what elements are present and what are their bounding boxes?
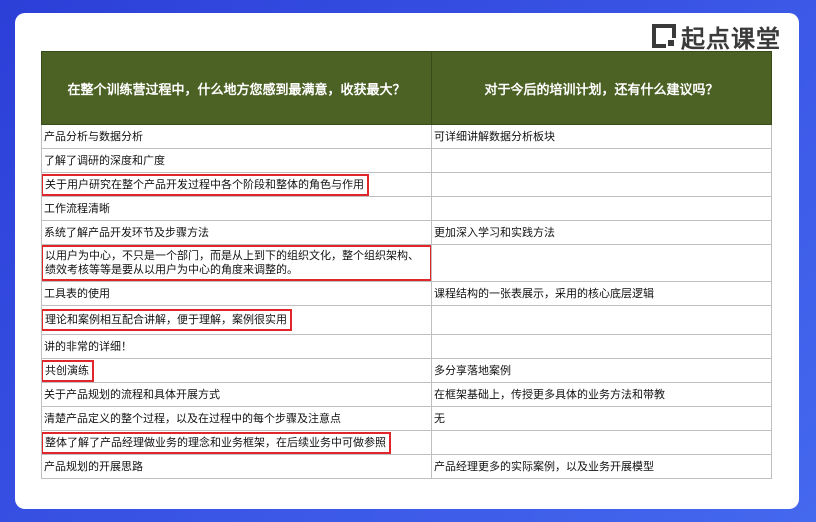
table-cell-suggestion bbox=[431, 148, 772, 173]
table-cell-answer: 讲的非常的详细！ bbox=[41, 334, 432, 359]
column-header-suggestion: 对于今后的培训计划，还有什么建议吗？ bbox=[431, 51, 772, 125]
table-cell-suggestion bbox=[431, 244, 772, 282]
highlighted-text: 关于用户研究在整个产品开发过程中各个阶段和整体的角色与作用 bbox=[42, 173, 369, 196]
table-cell-answer: 以用户为中心，不只是一个部门，而是从上到下的组织文化，整个组织架构、绩效考核等等… bbox=[41, 244, 432, 282]
table-row: 讲的非常的详细！ bbox=[41, 334, 772, 359]
column-header-satisfaction: 在整个训练营过程中，什么地方您感到最满意，收获最大？ bbox=[41, 51, 432, 125]
table-cell-answer: 清楚产品定义的整个过程，以及在过程中的每个步骤及注意点 bbox=[41, 406, 432, 431]
table-cell-suggestion: 多分享落地案例 bbox=[431, 358, 772, 383]
highlighted-text: 整体了解了产品经理做业务的理念和业务框架，在后续业务中可做参照 bbox=[42, 431, 391, 454]
table-cell-answer: 产品规划的开展思路 bbox=[41, 454, 432, 479]
table-row: 关于用户研究在整个产品开发过程中各个阶段和整体的角色与作用 bbox=[41, 172, 772, 197]
cell-text: 了解了调研的深度和广度 bbox=[44, 153, 165, 167]
table-cell-answer: 系统了解产品开发环节及步骤方法 bbox=[41, 220, 432, 245]
brand-logo-icon bbox=[651, 23, 677, 49]
cell-text: 可详细讲解数据分析板块 bbox=[434, 129, 555, 143]
table-cell-suggestion: 产品经理更多的实际案例，以及业务开展模型 bbox=[431, 454, 772, 479]
cell-text: 更加深入学习和实践方法 bbox=[434, 225, 555, 239]
cell-text: 产品分析与数据分析 bbox=[44, 129, 143, 143]
table-cell-answer: 工具表的使用 bbox=[41, 281, 432, 306]
table-cell-suggestion: 更加深入学习和实践方法 bbox=[431, 220, 772, 245]
table-cell-answer: 工作流程清晰 bbox=[41, 196, 432, 221]
highlighted-text: 以用户为中心，不只是一个部门，而是从上到下的组织文化，整个组织架构、绩效考核等等… bbox=[42, 245, 431, 281]
brand-logo: 起点课堂 bbox=[651, 21, 781, 53]
cell-text: 产品规划的开展思路 bbox=[44, 459, 143, 473]
cell-text: 多分享落地案例 bbox=[434, 363, 511, 377]
table-cell-answer: 共创演练 bbox=[41, 358, 432, 383]
table-cell-answer: 理论和案例相互配合讲解，便于理解，案例很实用 bbox=[41, 305, 432, 335]
table-cell-suggestion bbox=[431, 172, 772, 197]
cell-text: 课程结构的一张表展示，采用的核心底层逻辑 bbox=[434, 286, 654, 300]
cell-text: 在框架基础上，传授更多具体的业务方法和带教 bbox=[434, 387, 665, 401]
table-row: 工作流程清晰 bbox=[41, 196, 772, 221]
cell-text: 无 bbox=[434, 411, 445, 425]
table-row: 了解了调研的深度和广度 bbox=[41, 148, 772, 173]
cell-text: 讲的非常的详细！ bbox=[44, 339, 132, 353]
table-cell-answer: 了解了调研的深度和广度 bbox=[41, 148, 432, 173]
cell-text: 工具表的使用 bbox=[44, 286, 110, 300]
table-row: 以用户为中心，不只是一个部门，而是从上到下的组织文化，整个组织架构、绩效考核等等… bbox=[41, 244, 772, 282]
brand-name: 起点课堂 bbox=[681, 24, 781, 53]
table-cell-suggestion bbox=[431, 196, 772, 221]
table-row: 共创演练 多分享落地案例 bbox=[41, 358, 772, 383]
content-card: 起点课堂 在整个训练营过程中，什么地方您感到最满意，收获最大？ 对于今后的培训计… bbox=[15, 13, 799, 509]
table-row: 工具表的使用 课程结构的一张表展示，采用的核心底层逻辑 bbox=[41, 281, 772, 306]
cell-text: 产品经理更多的实际案例，以及业务开展模型 bbox=[434, 459, 654, 473]
table-cell-answer: 产品分析与数据分析 bbox=[41, 124, 432, 149]
table-row: 理论和案例相互配合讲解，便于理解，案例很实用 bbox=[41, 305, 772, 335]
cell-text: 关于产品规划的流程和具体开展方式 bbox=[44, 387, 220, 401]
survey-table: 在整个训练营过程中，什么地方您感到最满意，收获最大？ 对于今后的培训计划，还有什… bbox=[41, 51, 772, 479]
highlighted-text: 共创演练 bbox=[42, 359, 94, 382]
table-row: 产品规划的开展思路 产品经理更多的实际案例，以及业务开展模型 bbox=[41, 454, 772, 479]
highlighted-text: 理论和案例相互配合讲解，便于理解，案例很实用 bbox=[42, 309, 292, 331]
table-cell-suggestion: 在框架基础上，传授更多具体的业务方法和带教 bbox=[431, 382, 772, 407]
table-row: 产品分析与数据分析 可详细讲解数据分析板块 bbox=[41, 124, 772, 149]
cell-text: 工作流程清晰 bbox=[44, 201, 110, 215]
table-row: 关于产品规划的流程和具体开展方式 在框架基础上，传授更多具体的业务方法和带教 bbox=[41, 382, 772, 407]
cell-text: 清楚产品定义的整个过程，以及在过程中的每个步骤及注意点 bbox=[44, 411, 341, 425]
table-cell-answer: 整体了解了产品经理做业务的理念和业务框架，在后续业务中可做参照 bbox=[41, 430, 432, 455]
table-cell-suggestion bbox=[431, 334, 772, 359]
table-cell-answer: 关于用户研究在整个产品开发过程中各个阶段和整体的角色与作用 bbox=[41, 172, 432, 197]
table-cell-suggestion bbox=[431, 305, 772, 335]
table-cell-suggestion: 课程结构的一张表展示，采用的核心底层逻辑 bbox=[431, 281, 772, 306]
table-row: 系统了解产品开发环节及步骤方法 更加深入学习和实践方法 bbox=[41, 220, 772, 245]
table-row: 清楚产品定义的整个过程，以及在过程中的每个步骤及注意点 无 bbox=[41, 406, 772, 431]
table-cell-suggestion: 无 bbox=[431, 406, 772, 431]
cell-text: 系统了解产品开发环节及步骤方法 bbox=[44, 225, 209, 239]
table-cell-answer: 关于产品规划的流程和具体开展方式 bbox=[41, 382, 432, 407]
table-cell-suggestion: 可详细讲解数据分析板块 bbox=[431, 124, 772, 149]
table-row: 整体了解了产品经理做业务的理念和业务框架，在后续业务中可做参照 bbox=[41, 430, 772, 455]
table-cell-suggestion bbox=[431, 430, 772, 455]
